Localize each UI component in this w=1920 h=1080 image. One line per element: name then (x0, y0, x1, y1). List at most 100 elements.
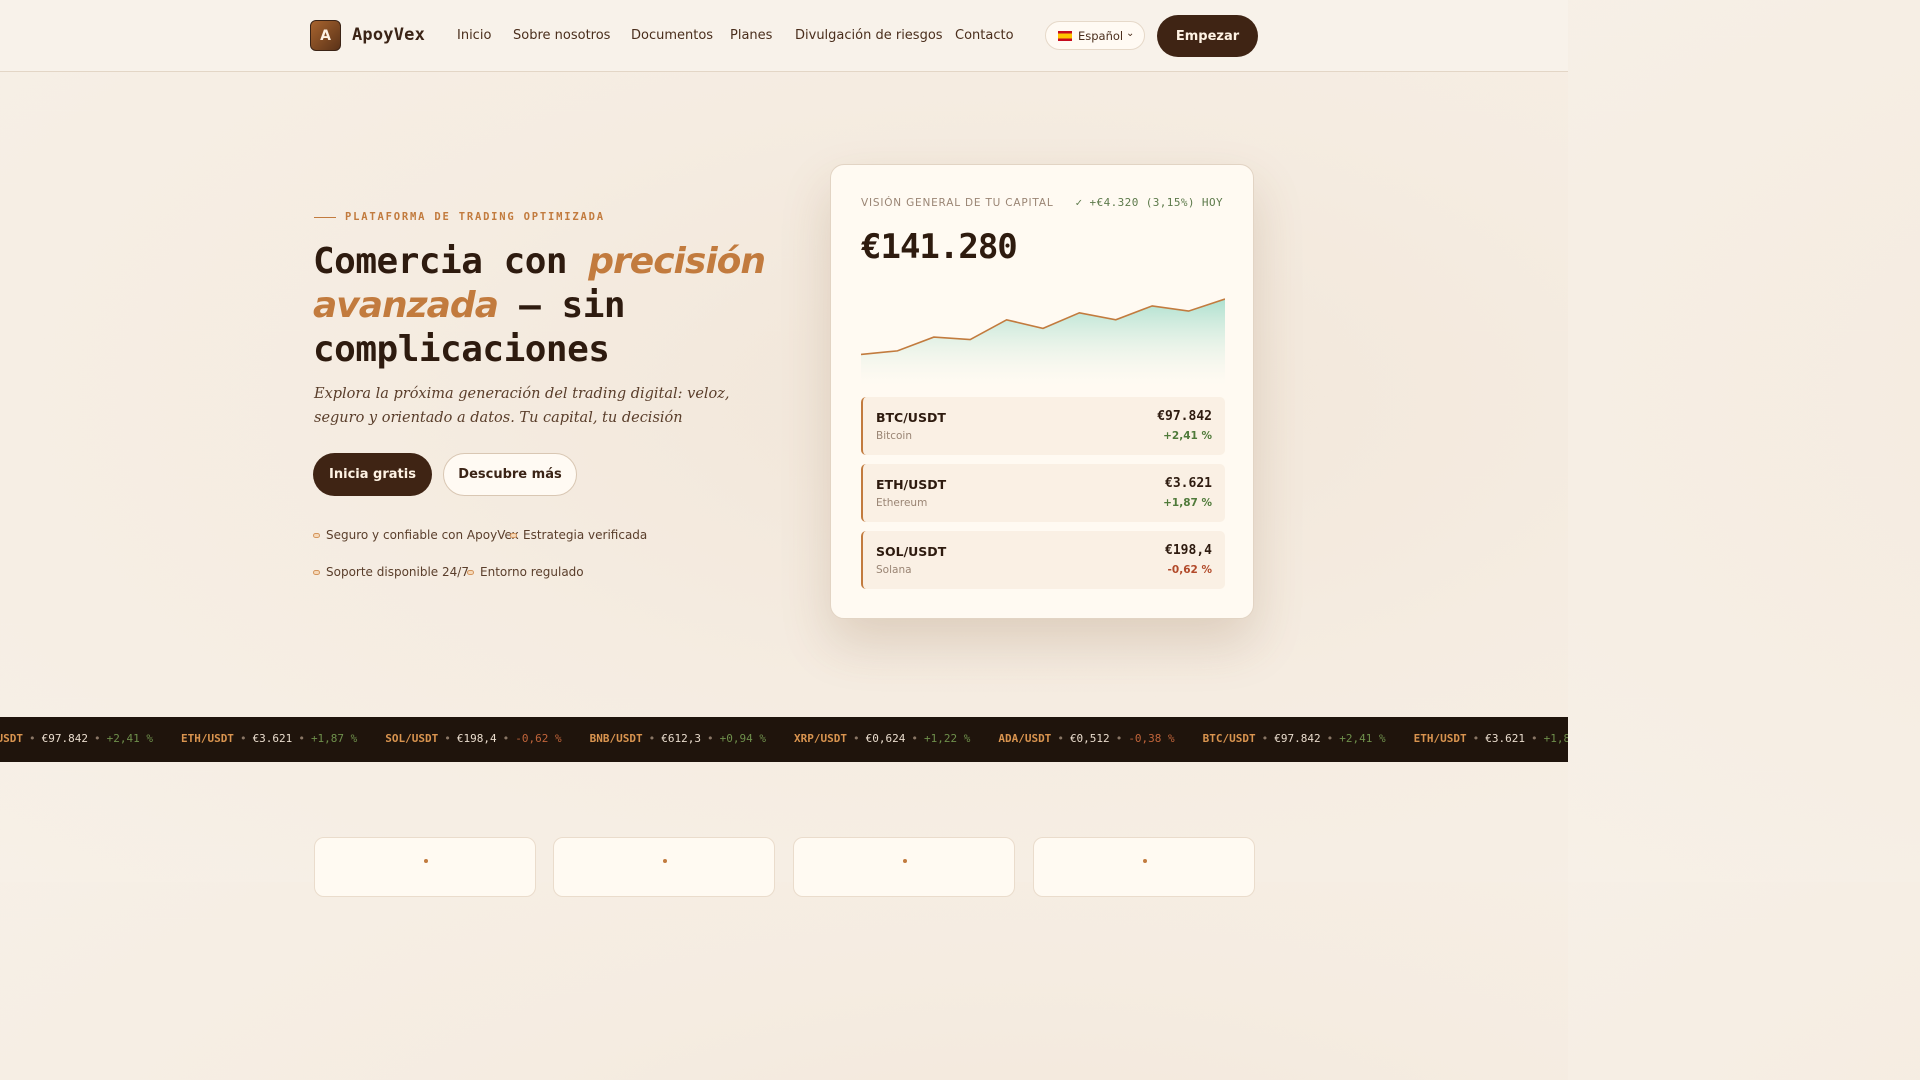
nav-divulgacion-riesgos[interactable]: Divulgación de riesgos (795, 28, 943, 43)
ticker-separator: • (1057, 732, 1064, 745)
chart-area (861, 299, 1225, 385)
ticker-track: BTC/USDT • €97.842 • +2,41 % ETH/USDT • €3.621 •… (0, 732, 1568, 745)
ticker-change: +2,41 % (106, 732, 153, 745)
ticker-separator: • (1530, 732, 1538, 745)
asset-name: Bitcoin (876, 430, 913, 442)
ticker-item: ETH/USDT • €3.621 • +1,87 % (181, 732, 357, 745)
ticker-symbol: ETH/USDT (1413, 732, 1467, 745)
ticker-symbol: BTC/USDT (1202, 732, 1256, 745)
ticker-price: €612,3 (661, 732, 701, 745)
feature-card (1033, 837, 1255, 897)
site-header: A ApoyVex Inicio Sobre nosotros Document… (0, 0, 1568, 72)
ticker-price: €0,624 (865, 732, 906, 745)
asset-change: -0,62 % (1167, 564, 1212, 576)
get-started-button[interactable]: Empezar (1157, 15, 1258, 57)
hero-title-part1: Comercia con (313, 241, 589, 282)
feature-item: Seguro y confiable con ApoyVex (313, 528, 519, 542)
language-label: Español (1078, 29, 1124, 43)
ticker-price: €97.842 (1274, 732, 1321, 745)
ticker-separator: • (648, 732, 656, 745)
feature-item: Entorno regulado (467, 565, 584, 579)
spain-flag-icon (1058, 31, 1072, 41)
ticker-symbol: ETH/USDT (180, 732, 234, 745)
ticker-item: BNB/USDT • €612,3 • +0,94 % (590, 732, 766, 745)
ticker-separator: • (707, 732, 714, 745)
ticker-separator: • (239, 732, 247, 745)
ticker-price: €97.842 (41, 732, 88, 745)
nav-sobre-nosotros[interactable]: Sobre nosotros (513, 28, 610, 43)
ticker-item: BTC/USDT • €97.842 • +2,41 % (0, 732, 153, 745)
ticker-separator: • (93, 732, 101, 745)
portfolio-daily-change: ✓ +€4.320 (3,15%) HOY (1075, 196, 1223, 209)
ticker-separator: • (1326, 732, 1334, 745)
asset-symbol: BTC/USDT (876, 410, 946, 425)
ticker-separator: • (852, 732, 860, 745)
feature-card-dot-icon (903, 859, 907, 863)
brand-name[interactable]: ApoyVex (352, 25, 425, 45)
ticker-symbol: ADA/USDT (998, 732, 1052, 745)
feature-card-dot-icon (663, 859, 667, 863)
feature-item: Soporte disponible 24/7 (313, 565, 469, 579)
start-free-button[interactable]: Inicia gratis (313, 453, 432, 496)
ticker-separator: • (1472, 732, 1480, 745)
ticker-symbol: XRP/USDT (793, 732, 847, 745)
asset-price: €97.842 (1157, 409, 1212, 424)
feature-card-dot-icon (424, 859, 428, 863)
asset-symbol: ETH/USDT (876, 477, 947, 492)
asset-change: +2,41 % (1163, 430, 1212, 442)
ticker-item: XRP/USDT • €0,624 • +1,22 % (794, 732, 970, 745)
portfolio-card: VISIÓN GENERAL DE TU CAPITAL ✓ +€4.320 (… (830, 164, 1254, 619)
feature-bullet-icon (510, 533, 517, 538)
feature-label: Seguro y confiable con ApoyVex (326, 528, 519, 542)
feature-bullet-icon (313, 533, 320, 538)
language-select[interactable]: Español ⌄ (1045, 21, 1145, 50)
ticker-change: +1,87 % (1543, 732, 1568, 745)
asset-price: €3.621 (1165, 476, 1212, 491)
chevron-down-icon: ⌄ (1126, 28, 1135, 39)
feature-label: Estrategia verificada (523, 528, 648, 542)
asset-price: €198,4 (1165, 543, 1212, 558)
ticker-change: +1,22 % (923, 732, 971, 745)
feature-bullet-icon (313, 570, 320, 575)
ticker-symbol: SOL/USDT (385, 732, 439, 745)
nav-documentos[interactable]: Documentos (631, 28, 713, 43)
asset-symbol: SOL/USDT (876, 544, 947, 559)
ticker-change: -0,62 % (515, 732, 562, 745)
asset-change: +1,87 % (1163, 497, 1212, 509)
nav-contacto[interactable]: Contacto (955, 28, 1014, 43)
ticker-change: -0,38 % (1128, 732, 1175, 745)
price-ticker: BTC/USDT • €97.842 • +2,41 % ETH/USDT • €3.621 •… (0, 717, 1568, 762)
nav-planes[interactable]: Planes (730, 28, 772, 43)
feature-card (793, 837, 1015, 897)
logo-icon[interactable]: A (310, 20, 341, 51)
feature-bullet-icon (467, 570, 474, 575)
asset-row[interactable]: SOL/USDT Solana €198,4 -0,62 % (861, 531, 1225, 589)
ticker-separator: • (28, 732, 36, 745)
asset-name: Solana (876, 564, 912, 576)
ticker-price: €3.621 (1485, 732, 1525, 745)
ticker-symbol: BNB/USDT (589, 732, 643, 745)
portfolio-label: VISIÓN GENERAL DE TU CAPITAL (861, 197, 1054, 209)
ticker-separator: • (502, 732, 510, 745)
learn-more-button[interactable]: Descubre más (443, 453, 577, 496)
nav-inicio[interactable]: Inicio (457, 28, 491, 43)
ticker-separator: • (911, 732, 918, 745)
feature-label: Entorno regulado (480, 565, 584, 579)
ticker-change: +1,87 % (310, 732, 358, 745)
asset-row[interactable]: BTC/USDT Bitcoin €97.842 +2,41 % (861, 397, 1225, 455)
feature-label: Soporte disponible 24/7 (326, 565, 469, 579)
portfolio-chart (861, 298, 1225, 385)
portfolio-balance: €141.280 (861, 227, 1018, 267)
ticker-price: €3.621 (252, 732, 293, 745)
hero-subtitle: Explora la próxima generación del tradin… (314, 386, 730, 426)
ticker-separator: • (298, 732, 305, 745)
asset-row[interactable]: ETH/USDT Ethereum €3.621 +1,87 % (861, 464, 1225, 522)
ticker-separator: • (444, 732, 451, 745)
ticker-symbol: BTC/USDT (0, 732, 23, 745)
feature-item: Estrategia verificada (510, 528, 647, 542)
asset-name: Ethereum (876, 497, 928, 509)
ticker-change: +0,94 % (719, 732, 766, 745)
ticker-separator: • (1261, 732, 1269, 745)
ticker-separator: • (1115, 732, 1123, 745)
hero-title: Comercia con precisión avanzada — sin co… (313, 240, 783, 372)
